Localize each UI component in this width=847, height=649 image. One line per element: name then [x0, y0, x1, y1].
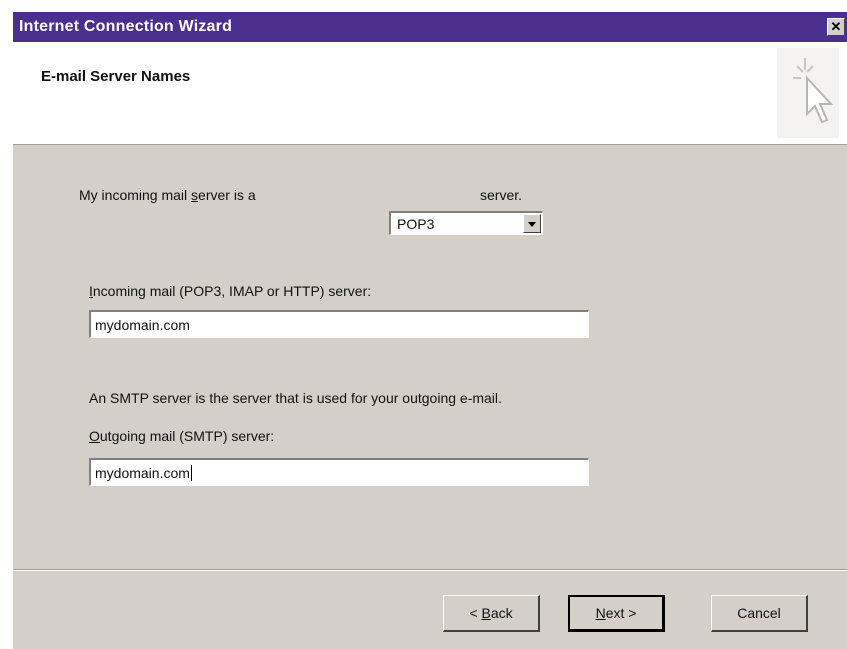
back-button[interactable]: < Back — [443, 595, 540, 632]
server-type-value: POP3 — [397, 216, 435, 232]
title-bar[interactable]: Internet Connection Wizard ✕ — [13, 12, 847, 42]
next-button[interactable]: Next > — [568, 595, 665, 632]
window-title: Internet Connection Wizard — [19, 18, 233, 35]
smtp-info-text: An SMTP server is the server that is use… — [89, 390, 502, 406]
wizard-header: E-mail Server Names — [13, 42, 847, 145]
cancel-button-label: Cancel — [737, 605, 781, 621]
back-button-label: < Back — [469, 605, 513, 621]
footer-divider — [13, 569, 847, 571]
text-caret — [190, 465, 192, 481]
server-type-suffix: server. — [480, 187, 523, 203]
server-type-select[interactable]: POP3 — [389, 211, 543, 235]
outgoing-server-value: mydomain.com — [95, 465, 192, 481]
cancel-button[interactable]: Cancel — [711, 595, 808, 632]
dropdown-button[interactable] — [523, 214, 541, 233]
next-button-label: Next > — [595, 605, 637, 621]
wizard-dialog: Internet Connection Wizard ✕ E-mail Serv… — [12, 12, 847, 649]
chevron-down-icon — [528, 222, 536, 227]
close-button[interactable]: ✕ — [827, 18, 845, 36]
page-heading: E-mail Server Names — [41, 68, 191, 85]
wizard-cursor-icon — [777, 48, 839, 138]
outgoing-server-label: Outgoing mail (SMTP) server: — [89, 428, 275, 444]
incoming-server-value: mydomain.com — [95, 317, 190, 333]
incoming-server-input[interactable]: mydomain.com — [89, 310, 589, 338]
incoming-server-label: Incoming mail (POP3, IMAP or HTTP) serve… — [89, 283, 372, 299]
server-type-label: My incoming mail server is a — [79, 187, 256, 203]
close-icon: ✕ — [830, 19, 842, 34]
outgoing-server-input[interactable]: mydomain.com — [89, 458, 589, 486]
